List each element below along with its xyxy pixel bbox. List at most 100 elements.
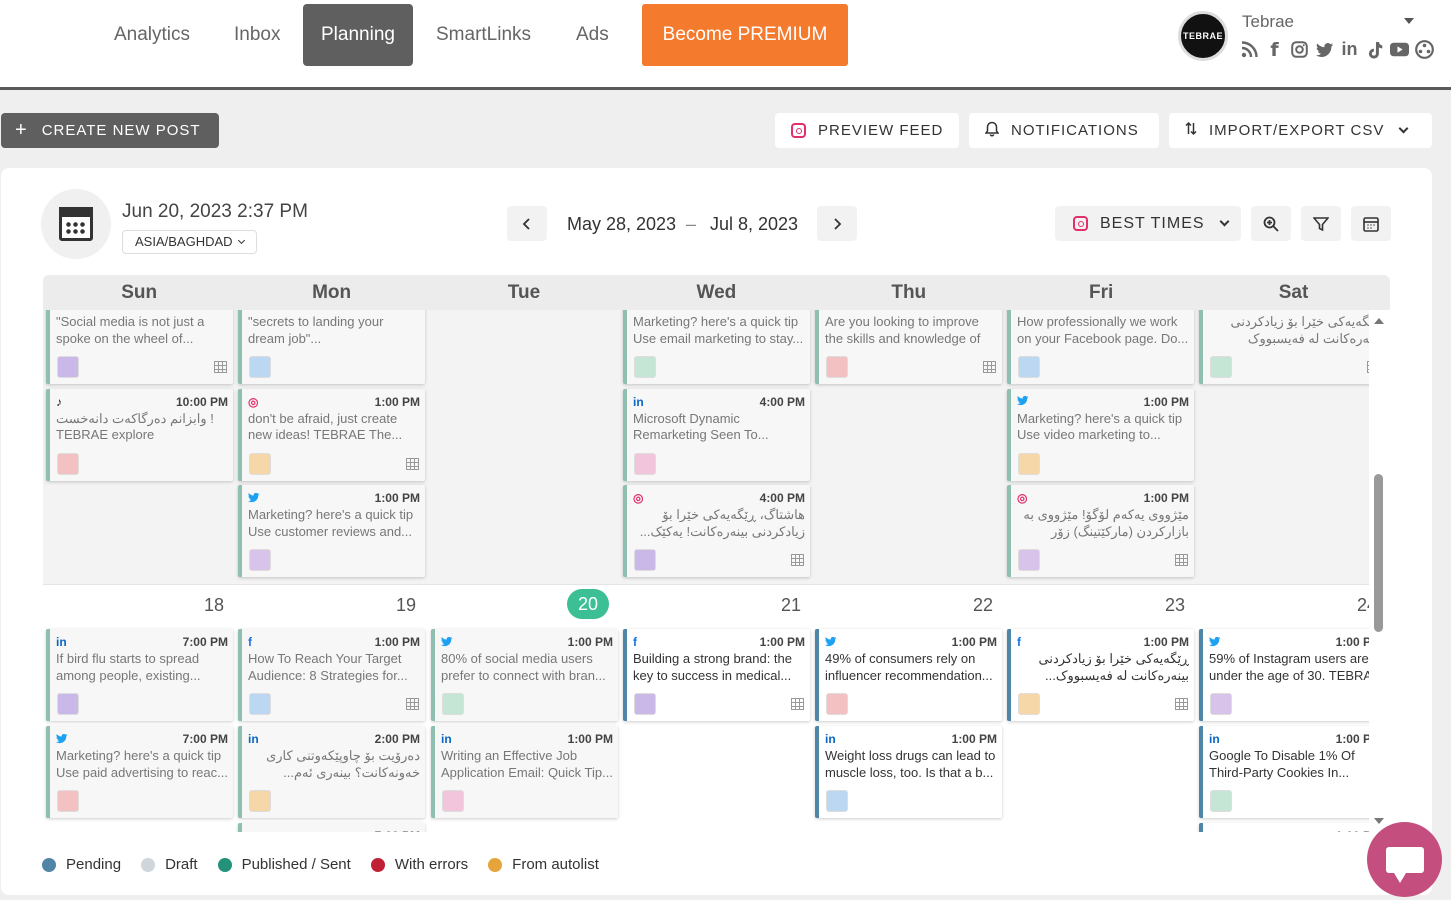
- scrollbar-thumb[interactable]: [1374, 474, 1383, 632]
- tiktok-icon[interactable]: [1365, 40, 1384, 59]
- current-datetime: Jun 20, 2023 2:37 PM: [122, 201, 308, 222]
- post-card[interactable]: in 4:00 PM Microsoft Dynamic Remarketing S…: [623, 388, 810, 481]
- chevron-left-icon: [522, 217, 530, 230]
- post-card[interactable]: in 1:00 PM Weight loss drugs can lead to m…: [815, 726, 1002, 818]
- post-text: "secrets to landing your dream job"...: [248, 314, 384, 346]
- range-start: May 28, 2023: [567, 214, 677, 234]
- avatar[interactable]: TEBRAE: [1178, 11, 1228, 61]
- user-name[interactable]: Tebrae: [1242, 12, 1294, 32]
- scroll-down-arrow-icon[interactable]: [1374, 818, 1384, 824]
- post-time: 1:00 PM: [375, 310, 420, 312]
- post-card[interactable]: 1:00 PMMarketing? here's a quick tip Use…: [238, 485, 425, 577]
- next-range-button[interactable]: [817, 206, 857, 241]
- linkedin-icon: in: [248, 732, 259, 746]
- post-text: 59% of Instagram users are under the age…: [1209, 651, 1369, 683]
- nav-analytics[interactable]: Analytics: [96, 4, 208, 66]
- notifications-button[interactable]: NOTIFICATIONS: [969, 113, 1159, 148]
- tiktok-icon: ♪: [248, 830, 254, 832]
- weekday-fri: Fri: [1089, 282, 1114, 303]
- timezone-select[interactable]: ASIA/BAGHDAD: [122, 230, 257, 254]
- chat-bubble-icon: [1385, 846, 1424, 883]
- post-text: If bird flu starts to spread among peopl…: [56, 651, 201, 683]
- facebook-icon: f: [56, 310, 60, 311]
- post-time: 1:00 PM: [567, 635, 613, 649]
- calendar-view-button[interactable]: [1351, 206, 1391, 241]
- calendar-icon: [59, 207, 93, 241]
- post-time: 1:00 PM: [1143, 491, 1189, 505]
- post-card[interactable]: 1:00 PM 59% of Instagram users are under …: [1199, 629, 1369, 721]
- post-card[interactable]: in 7:00 PM If bird flu starts to spread am…: [46, 629, 233, 721]
- grid-preview-icon[interactable]: [791, 698, 804, 710]
- linkedin-icon[interactable]: in: [1340, 39, 1359, 59]
- best-times-button[interactable]: BEST TIMES: [1055, 206, 1241, 241]
- nav-planning[interactable]: Planning: [303, 4, 413, 66]
- rss-icon[interactable]: [1240, 40, 1259, 59]
- post-time: 1:00 PM: [951, 732, 997, 746]
- youtube-icon[interactable]: [1390, 40, 1409, 59]
- zoom-button[interactable]: [1251, 206, 1291, 241]
- grid-preview-icon[interactable]: [1175, 554, 1188, 566]
- post-card[interactable]: ◎ 4:00 PM هاشتاگ، ڕێگەیەکی خێرا بۆ زیادکرد…: [623, 485, 810, 577]
- nav-ads[interactable]: Ads: [558, 4, 627, 66]
- post-card[interactable]: ♪ 7:00 PM: [238, 823, 425, 832]
- more-networks-icon[interactable]: [1415, 40, 1434, 59]
- grid-preview-icon[interactable]: [1175, 698, 1188, 710]
- filter-button[interactable]: [1301, 206, 1341, 241]
- grid-preview-icon[interactable]: [406, 698, 419, 710]
- post-card[interactable]: f 1:00 PM ڕێگەیەکی خێرا بۆ زیادکردنی بینەر…: [1199, 310, 1369, 384]
- post-thumbnail: [634, 452, 656, 475]
- post-card[interactable]: ♪ 10:00 PM وابزانم دەرگاکەت دانەخست ! TEBR…: [46, 388, 233, 481]
- post-card[interactable]: 1:00 PM 80% of social media users prefer …: [431, 629, 618, 721]
- post-card[interactable]: ◎ 1:00 PM: [1199, 823, 1369, 832]
- post-card[interactable]: in 2:00 PM دەرۆیت بۆ چاوپێکەوتنی کاری خەون…: [238, 726, 425, 818]
- post-card[interactable]: 1:00 PMMarketing? here's a quick tip Use…: [623, 310, 810, 384]
- grid-preview-icon[interactable]: [406, 457, 419, 470]
- nav-inbox[interactable]: Inbox: [216, 4, 298, 66]
- linkedin-icon: in: [56, 635, 67, 649]
- chevron-down-icon[interactable]: [1404, 18, 1414, 24]
- create-new-post-button[interactable]: + CREATE NEW POST: [1, 113, 219, 148]
- calendar-scrollbar[interactable]: [1371, 312, 1385, 830]
- scroll-up-arrow-icon[interactable]: [1374, 318, 1384, 324]
- post-card[interactable]: in 1:00 PM How professionally we work on y…: [1007, 310, 1194, 384]
- post-time: 1:00 PM: [374, 394, 420, 409]
- instagram-icon[interactable]: [1290, 40, 1309, 59]
- grid-preview-icon[interactable]: [983, 361, 996, 373]
- post-card[interactable]: ◎ 1:00 PM don't be afraid, just create new…: [238, 388, 425, 481]
- post-card[interactable]: f 1:00 PM "Social media is not just a spok…: [46, 310, 233, 384]
- social-networks: f in: [1240, 39, 1434, 61]
- week-row-current: 18 19 20 21 22 23 24 in 7:00 PM If bird flu start…: [43, 584, 1369, 832]
- grid-preview-icon[interactable]: [1367, 361, 1369, 373]
- zoom-in-icon: [1263, 216, 1279, 232]
- post-card[interactable]: 1:00 PM 49% of consumers rely on influenc…: [815, 629, 1002, 721]
- legend-dot: [217, 857, 232, 872]
- twitter-icon: [248, 492, 260, 505]
- preview-feed-button[interactable]: PREVIEW FEED: [775, 113, 959, 148]
- post-card[interactable]: 7:00 PM Marketing? here's a quick tip Use…: [46, 726, 233, 818]
- post-card[interactable]: in 1:00 PM "secrets to landing your dream …: [238, 310, 425, 384]
- post-card[interactable]: f 1:00 PM ڕێگەیەکی خێرا بۆ زیادکردنی بینەر…: [1007, 629, 1194, 721]
- post-card[interactable]: f 1:00 PM Building a strong brand: the key…: [623, 629, 810, 721]
- instagram-icon: ◎: [633, 491, 644, 505]
- chat-button[interactable]: [1367, 822, 1442, 897]
- post-card[interactable]: in 1:00 PM Google To Disable 1% Of Third-P…: [1199, 726, 1369, 818]
- post-card[interactable]: in 1:00 PM Writing an Effective Job Applic…: [431, 726, 618, 818]
- become-premium-button[interactable]: Become PREMIUM: [642, 4, 848, 66]
- grid-preview-icon[interactable]: [791, 554, 804, 566]
- twitter-icon[interactable]: [1315, 40, 1334, 59]
- post-card[interactable]: 1:00 PMMarketing? here's a quick tip Use…: [1007, 388, 1194, 481]
- previous-range-button[interactable]: [507, 206, 547, 241]
- post-card[interactable]: f 1:00 PM Are you looking to improve the s…: [815, 310, 1002, 384]
- post-card[interactable]: ◎ 1:00 PM مێژووی یەکەم لۆگۆ! مێژووی بە باز…: [1007, 485, 1194, 577]
- post-thumbnail: [826, 790, 848, 812]
- week-row-past: f 1:00 PM "Social media is not just a spok…: [43, 310, 1369, 584]
- nav-smartlinks[interactable]: SmartLinks: [418, 4, 549, 66]
- weekday-sat: Sat: [1278, 282, 1309, 303]
- grid-preview-icon[interactable]: [214, 361, 227, 373]
- import-export-csv-button[interactable]: IMPORT/EXPORT CSV: [1169, 113, 1432, 148]
- post-text: هاشتاگ، ڕێگەیەکی خێرا بۆ زیادکردنی بینەر…: [639, 507, 805, 539]
- post-card[interactable]: f 1:00 PM How To Reach Your Target Audienc…: [238, 629, 425, 721]
- facebook-icon[interactable]: f: [1265, 39, 1284, 61]
- instagram-icon: [791, 123, 806, 138]
- legend-item: From autolist: [488, 856, 599, 873]
